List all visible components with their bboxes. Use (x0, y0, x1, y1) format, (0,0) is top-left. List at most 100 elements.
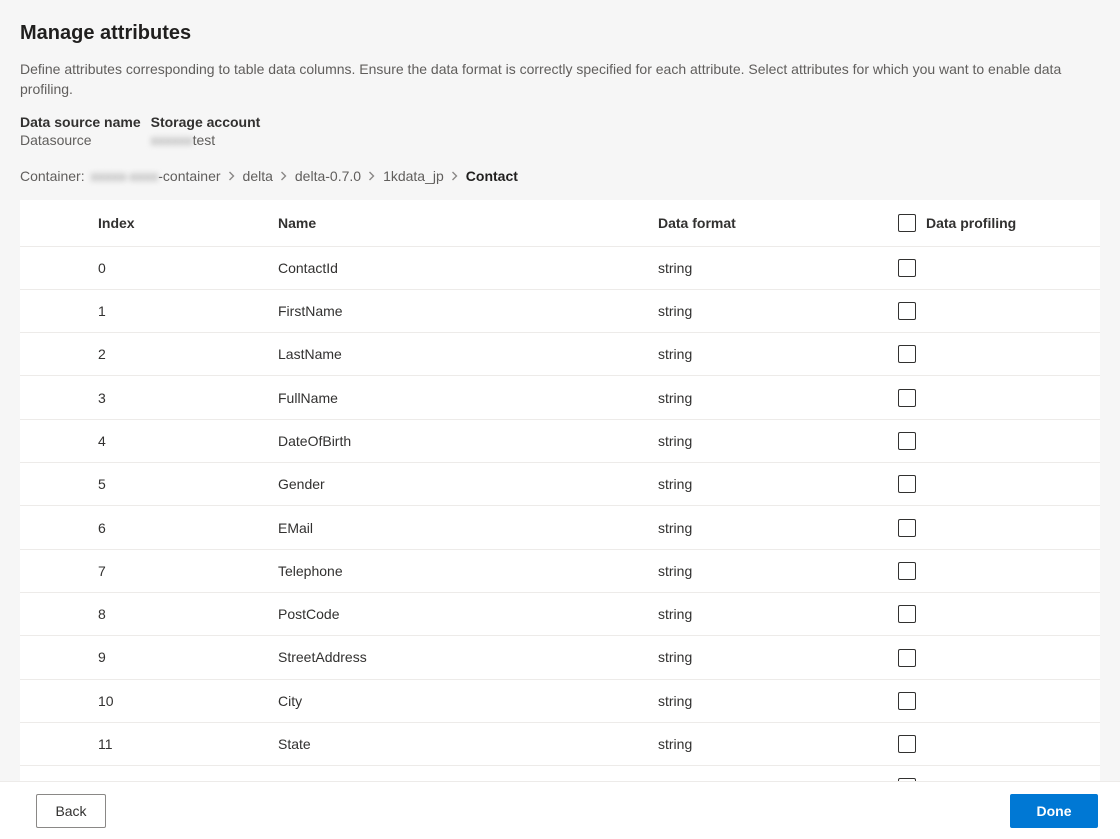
row-index: 8 (90, 592, 270, 635)
row-index: 3 (90, 376, 270, 419)
select-all-profiling-checkbox[interactable] (898, 214, 916, 232)
table-row: 5Genderstring (20, 463, 1100, 506)
row-index: 11 (90, 722, 270, 765)
row-spacer (20, 592, 90, 635)
back-button[interactable]: Back (36, 794, 106, 828)
col-header-data-profiling-label: Data profiling (926, 215, 1016, 231)
breadcrumb-container-label: Container: (20, 168, 85, 184)
row-profiling-cell (890, 289, 1100, 332)
row-name: Country (270, 766, 650, 781)
table-row: 3FullNamestring (20, 376, 1100, 419)
row-spacer (20, 766, 90, 781)
row-spacer (20, 506, 90, 549)
row-index: 0 (90, 246, 270, 289)
row-profiling-checkbox[interactable] (898, 259, 916, 277)
row-data-format: string (650, 506, 890, 549)
row-data-format: string (650, 679, 890, 722)
page-title: Manage attributes (20, 22, 1100, 45)
done-button[interactable]: Done (1010, 794, 1098, 828)
col-header-index[interactable]: Index (90, 200, 270, 247)
row-data-format: string (650, 376, 890, 419)
storage-account-suffix: test (193, 132, 216, 148)
breadcrumb-item[interactable]: 1kdata_jp (383, 168, 444, 184)
row-data-format: string (650, 592, 890, 635)
row-profiling-checkbox[interactable] (898, 649, 916, 667)
row-name: FirstName (270, 289, 650, 332)
table-row: 2LastNamestring (20, 333, 1100, 376)
row-spacer (20, 333, 90, 376)
row-data-format: string (650, 722, 890, 765)
row-data-format: string (650, 549, 890, 592)
row-data-format: string (650, 419, 890, 462)
row-name: Gender (270, 463, 650, 506)
row-name: FullName (270, 376, 650, 419)
row-profiling-cell (890, 549, 1100, 592)
chevron-right-icon (227, 171, 237, 181)
row-index: 10 (90, 679, 270, 722)
chevron-right-icon (450, 171, 460, 181)
table-row: 12Countrystring (20, 766, 1100, 781)
breadcrumb-item[interactable]: delta (243, 168, 273, 184)
storage-account-value: xxxxxxtest (151, 132, 271, 148)
table-row: 7Telephonestring (20, 549, 1100, 592)
row-name: City (270, 679, 650, 722)
row-spacer (20, 376, 90, 419)
row-profiling-cell (890, 679, 1100, 722)
row-spacer (20, 419, 90, 462)
row-profiling-cell (890, 636, 1100, 679)
row-profiling-checkbox[interactable] (898, 302, 916, 320)
storage-account-label: Storage account (151, 114, 271, 130)
breadcrumb-item[interactable]: delta-0.7.0 (295, 168, 361, 184)
breadcrumb-current: Contact (466, 168, 518, 184)
row-profiling-checkbox[interactable] (898, 605, 916, 623)
row-name: StreetAddress (270, 636, 650, 679)
row-profiling-checkbox[interactable] (898, 519, 916, 537)
row-data-format: string (650, 289, 890, 332)
row-profiling-checkbox[interactable] (898, 562, 916, 580)
table-row: 8PostCodestring (20, 592, 1100, 635)
row-name: EMail (270, 506, 650, 549)
col-header-spacer (20, 200, 90, 247)
row-profiling-checkbox[interactable] (898, 475, 916, 493)
row-profiling-checkbox[interactable] (898, 389, 916, 407)
chevron-right-icon (367, 171, 377, 181)
page-description: Define attributes corresponding to table… (20, 59, 1090, 100)
row-spacer (20, 246, 90, 289)
col-header-data-format[interactable]: Data format (650, 200, 890, 247)
breadcrumb-container-masked: xxxxx-xxxx (91, 168, 159, 184)
row-data-format: string (650, 766, 890, 781)
storage-account-masked: xxxxxx (151, 132, 193, 148)
table-row: 0ContactIdstring (20, 246, 1100, 289)
row-spacer (20, 463, 90, 506)
row-spacer (20, 549, 90, 592)
meta-row: Data source name Datasource Storage acco… (20, 114, 1100, 148)
table-row: 4DateOfBirthstring (20, 419, 1100, 462)
row-name: PostCode (270, 592, 650, 635)
breadcrumb-container-name[interactable]: xxxxx-xxxx-container (91, 168, 221, 184)
row-index: 4 (90, 419, 270, 462)
row-index: 1 (90, 289, 270, 332)
row-name: LastName (270, 333, 650, 376)
row-data-format: string (650, 463, 890, 506)
dialog-footer: Back Done (0, 781, 1120, 839)
row-index: 7 (90, 549, 270, 592)
row-spacer (20, 289, 90, 332)
row-name: Telephone (270, 549, 650, 592)
row-spacer (20, 679, 90, 722)
row-profiling-cell (890, 506, 1100, 549)
row-profiling-checkbox[interactable] (898, 432, 916, 450)
row-profiling-checkbox[interactable] (898, 692, 916, 710)
col-header-data-profiling[interactable]: Data profiling (890, 200, 1100, 247)
data-source-name-value: Datasource (20, 132, 141, 148)
breadcrumb-container-suffix: -container (158, 168, 220, 184)
data-source-name-label: Data source name (20, 114, 141, 130)
row-profiling-cell (890, 419, 1100, 462)
table-row: 9StreetAddressstring (20, 636, 1100, 679)
table-row: 6EMailstring (20, 506, 1100, 549)
row-profiling-checkbox[interactable] (898, 345, 916, 363)
row-index: 12 (90, 766, 270, 781)
row-name: ContactId (270, 246, 650, 289)
row-profiling-checkbox[interactable] (898, 735, 916, 753)
col-header-name[interactable]: Name (270, 200, 650, 247)
row-profiling-cell (890, 463, 1100, 506)
